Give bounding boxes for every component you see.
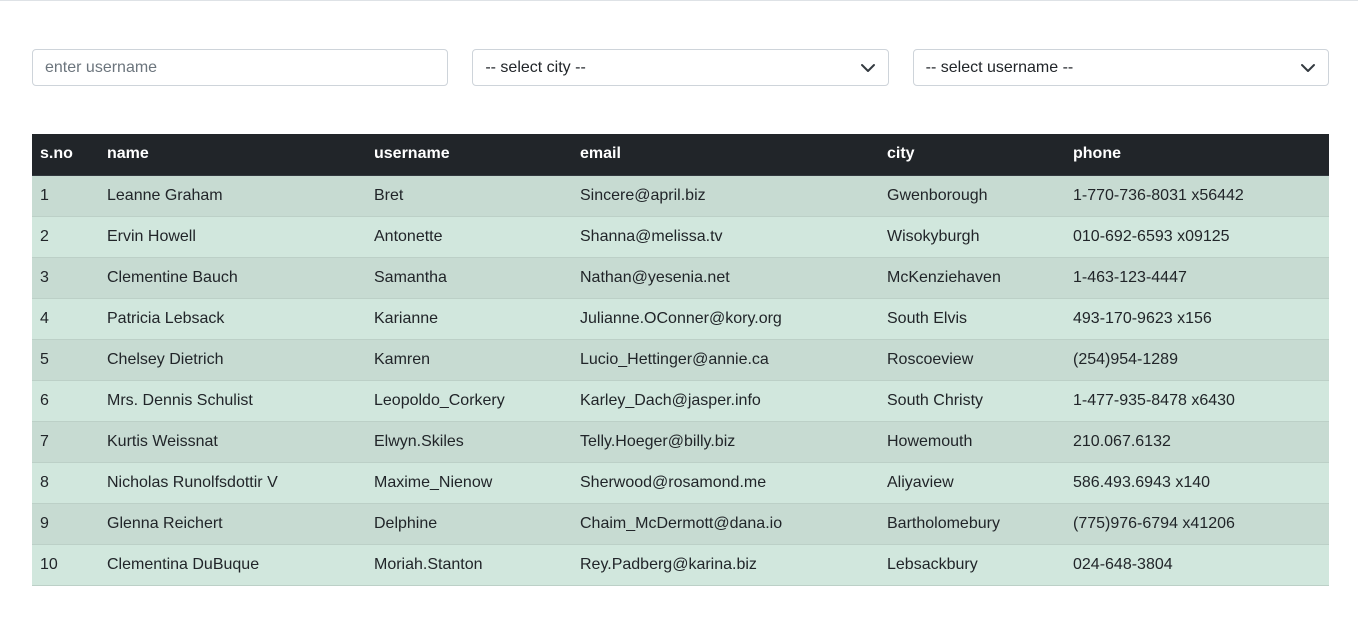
cell-city: South Christy [879, 379, 1065, 421]
cell-sno: 9 [32, 502, 99, 544]
cell-sno: 2 [32, 215, 99, 257]
cell-phone: 210.067.6132 [1065, 420, 1329, 462]
cell-city: Howemouth [879, 420, 1065, 462]
cell-city: Gwenborough [879, 174, 1065, 216]
cell-email: Chaim_McDermott@dana.io [572, 502, 879, 544]
cell-city: Aliyaview [879, 461, 1065, 503]
header-sno: s.no [32, 134, 99, 176]
cell-email: Rey.Padberg@karina.biz [572, 543, 879, 586]
city-select[interactable]: -- select city -- [472, 49, 889, 86]
cell-username: Samantha [366, 256, 572, 298]
cell-phone: 010-692-6593 x09125 [1065, 215, 1329, 257]
table-row: 6 Mrs. Dennis Schulist Leopoldo_Corkery Kar… [32, 379, 1329, 421]
cell-username: Maxime_Nienow [366, 461, 572, 503]
table-row: 2 Ervin Howell Antonette Shanna@melissa.tv W… [32, 215, 1329, 257]
table-row: 9 Glenna Reichert Delphine Chaim_McDermott@… [32, 502, 1329, 544]
cell-username: Antonette [366, 215, 572, 257]
username-search-input[interactable] [45, 58, 436, 77]
cell-phone: 586.493.6943 x140 [1065, 461, 1329, 503]
cell-email: Julianne.OConner@kory.org [572, 297, 879, 339]
cell-phone: 493-170-9623 x156 [1065, 297, 1329, 339]
cell-name: Mrs. Dennis Schulist [99, 379, 366, 421]
cell-name: Kurtis Weissnat [99, 420, 366, 462]
table-header-row: s.no name username email city phone [32, 134, 1329, 176]
cell-sno: 10 [32, 543, 99, 586]
cell-sno: 8 [32, 461, 99, 503]
username-input-wrapper[interactable] [32, 49, 449, 86]
chevron-down-icon [860, 63, 875, 72]
cell-sno: 4 [32, 297, 99, 339]
table-row: 7 Kurtis Weissnat Elwyn.Skiles Telly.Hoeger… [32, 420, 1329, 462]
cell-email: Sincere@april.biz [572, 174, 879, 216]
cell-sno: 1 [32, 174, 99, 216]
cell-sno: 7 [32, 420, 99, 462]
cell-name: Nicholas Runolfsdottir V [99, 461, 366, 503]
table-row: 8 Nicholas Runolfsdottir V Maxime_Nienow Sh… [32, 461, 1329, 503]
cell-name: Ervin Howell [99, 215, 366, 257]
username-select[interactable]: -- select username -- [912, 49, 1329, 86]
cell-username: Kamren [366, 338, 572, 380]
cell-name: Chelsey Dietrich [99, 338, 366, 380]
header-phone: phone [1065, 134, 1329, 176]
cell-name: Clementine Bauch [99, 256, 366, 298]
header-name: name [99, 134, 366, 176]
chevron-down-icon [1300, 63, 1315, 72]
header-city: city [879, 134, 1065, 176]
cell-phone: 1-463-123-4447 [1065, 256, 1329, 298]
cell-email: Telly.Hoeger@billy.biz [572, 420, 879, 462]
cell-name: Patricia Lebsack [99, 297, 366, 339]
cell-city: McKenziehaven [879, 256, 1065, 298]
filter-bar: -- select city -- -- select username -- [32, 49, 1329, 86]
cell-email: Karley_Dach@jasper.info [572, 379, 879, 421]
cell-sno: 6 [32, 379, 99, 421]
cell-username: Leopoldo_Corkery [366, 379, 572, 421]
cell-name: Glenna Reichert [99, 502, 366, 544]
cell-username: Moriah.Stanton [366, 543, 572, 586]
cell-username: Bret [366, 174, 572, 216]
cell-email: Shanna@melissa.tv [572, 215, 879, 257]
cell-city: Wisokyburgh [879, 215, 1065, 257]
cell-city: Bartholomebury [879, 502, 1065, 544]
cell-name: Leanne Graham [99, 174, 366, 216]
cell-name: Clementina DuBuque [99, 543, 366, 586]
table-row: 4 Patricia Lebsack Karianne Julianne.OConne… [32, 297, 1329, 339]
users-table: s.no name username email city phone 1 Lea… [32, 134, 1329, 586]
cell-phone: (775)976-6794 x41206 [1065, 502, 1329, 544]
cell-phone: (254)954-1289 [1065, 338, 1329, 380]
cell-phone: 024-648-3804 [1065, 543, 1329, 586]
cell-email: Sherwood@rosamond.me [572, 461, 879, 503]
table-body: 1 Leanne Graham Bret Sincere@april.biz Gwenb… [32, 174, 1329, 586]
city-select-value: -- select city -- [485, 58, 586, 76]
header-email: email [572, 134, 879, 176]
table-row: 5 Chelsey Dietrich Kamren Lucio_Hettinger@a… [32, 338, 1329, 380]
cell-username: Elwyn.Skiles [366, 420, 572, 462]
users-table-container: s.no name username email city phone 1 Lea… [32, 134, 1329, 586]
cell-city: Lebsackbury [879, 543, 1065, 586]
table-row: 10 Clementina DuBuque Moriah.Stanton Rey.Pa… [32, 543, 1329, 586]
cell-sno: 3 [32, 256, 99, 298]
table-row: 3 Clementine Bauch Samantha Nathan@yesenia.… [32, 256, 1329, 298]
header-username: username [366, 134, 572, 176]
cell-username: Delphine [366, 502, 572, 544]
cell-email: Nathan@yesenia.net [572, 256, 879, 298]
cell-phone: 1-477-935-8478 x6430 [1065, 379, 1329, 421]
cell-username: Karianne [366, 297, 572, 339]
cell-email: Lucio_Hettinger@annie.ca [572, 338, 879, 380]
cell-sno: 5 [32, 338, 99, 380]
cell-city: Roscoeview [879, 338, 1065, 380]
cell-city: South Elvis [879, 297, 1065, 339]
username-select-value: -- select username -- [925, 58, 1074, 76]
table-row: 1 Leanne Graham Bret Sincere@april.biz Gwenb… [32, 174, 1329, 216]
top-divider [0, 0, 1358, 1]
cell-phone: 1-770-736-8031 x56442 [1065, 174, 1329, 216]
